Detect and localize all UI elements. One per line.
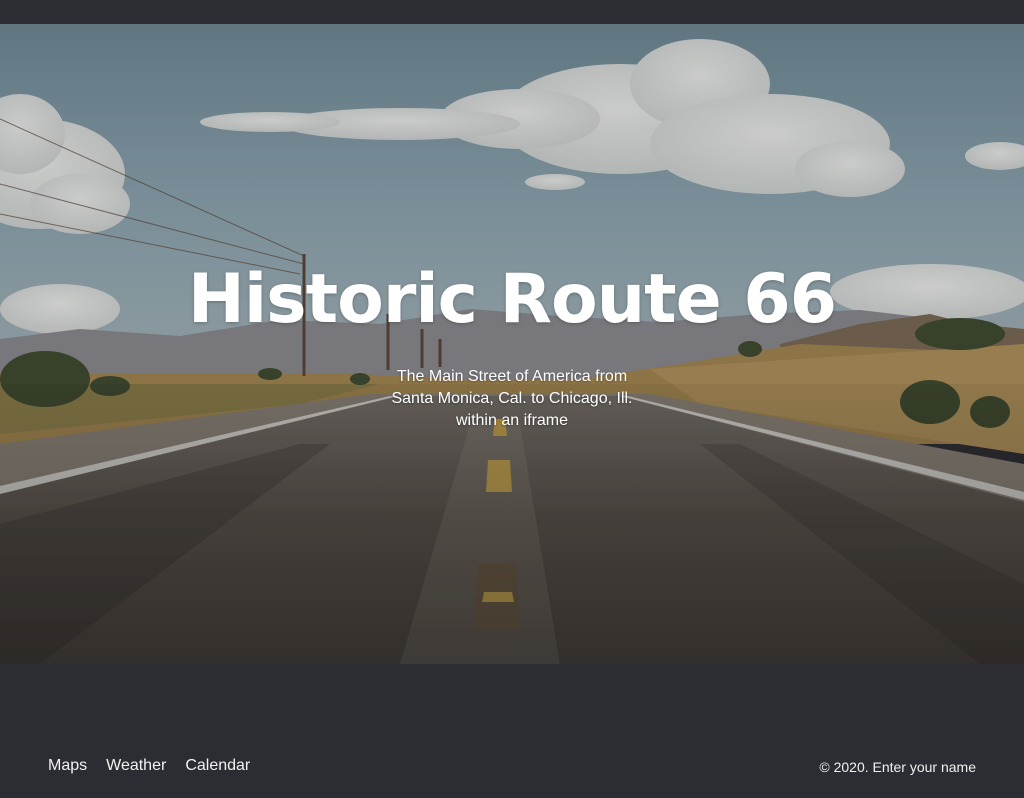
- hero-content: Historic Route 66 The Main Street of Ame…: [0, 24, 1024, 664]
- hero-subtitle: The Main Street of America from Santa Mo…: [362, 366, 662, 432]
- footer-link-calendar[interactable]: Calendar: [185, 757, 250, 775]
- footer-nav: Maps Weather Calendar: [48, 757, 250, 775]
- footer-link-weather[interactable]: Weather: [106, 757, 166, 775]
- subtitle-line-3: within an iframe: [455, 412, 569, 429]
- footer: Maps Weather Calendar © 2020. Enter your…: [0, 664, 1024, 798]
- subtitle-line-2: Santa Monica, Cal. to Chicago, Ill.: [391, 390, 633, 407]
- hero-section: Historic Route 66 The Main Street of Ame…: [0, 24, 1024, 664]
- page-title: Historic Route 66: [187, 260, 837, 339]
- copyright-text: © 2020. Enter your name: [819, 759, 976, 775]
- top-bar: [0, 0, 1024, 24]
- footer-link-maps[interactable]: Maps: [48, 757, 87, 775]
- subtitle-line-1: The Main Street of America from: [396, 368, 628, 385]
